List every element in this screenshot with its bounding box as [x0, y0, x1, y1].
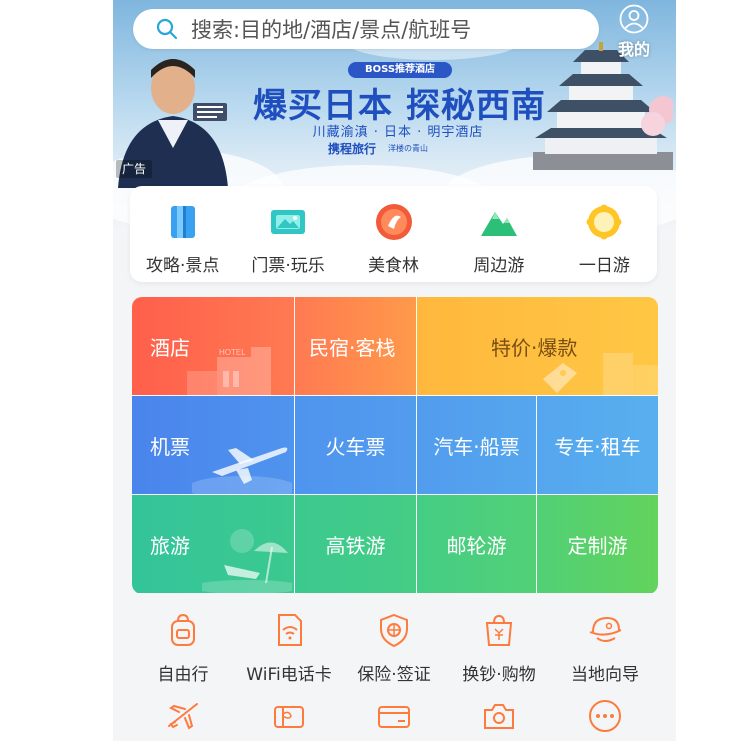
service-label: 保险·签证: [357, 665, 431, 685]
tile-label: 高铁游: [325, 533, 386, 558]
gift-card-icon: [274, 706, 304, 728]
grid-row-transport: 机票 火车票 汽车·船票 专车·租车: [132, 396, 658, 495]
quick-entry-card: 攻略·景点 门票·玩乐 美食林 周边游 一日游: [130, 186, 657, 282]
airplane-icon: [168, 703, 198, 730]
sun-icon: [586, 204, 622, 240]
mountain-icon: [480, 212, 517, 236]
service-label: WiFi电话卡: [246, 665, 332, 685]
service-label: 当地向导: [571, 665, 639, 685]
hotel-tile[interactable]: 酒店 HOTEL: [132, 297, 294, 395]
tour-tile[interactable]: 旅游: [132, 495, 294, 593]
tile-label: 火车票: [325, 434, 386, 459]
quick-label: 周边游: [473, 256, 525, 276]
ad-tag: 广告: [116, 160, 152, 178]
shopping-bag-icon: [485, 614, 513, 646]
service-local-guide[interactable]: 当地向导: [550, 612, 660, 685]
shield-icon: [380, 613, 408, 648]
quick-label: 门票·玩乐: [251, 256, 325, 276]
custom-tour-tile[interactable]: 定制游: [537, 495, 658, 593]
quick-label: 攻略·景点: [146, 256, 220, 276]
small-services: 自由行 WiFi电话卡 保险·签证 换钞·购物 当地向导: [113, 604, 676, 741]
partner-logo: 洋楼の青山: [388, 144, 429, 153]
backpack-icon: [171, 613, 195, 646]
quick-food[interactable]: 美食林: [341, 186, 446, 282]
guide-book-icon: [170, 206, 195, 238]
train-tile[interactable]: 火车票: [295, 396, 416, 494]
brand-logo: 携程旅行: [328, 142, 377, 156]
banner-badge: BOSS推荐酒店: [348, 62, 452, 78]
quick-nearby-tours[interactable]: 周边游: [446, 186, 551, 282]
camera-icon: [484, 704, 514, 729]
my-profile-label: 我的: [617, 40, 650, 59]
tile-label: 特价·爆款: [491, 335, 578, 360]
my-profile-button[interactable]: 我的: [609, 4, 659, 60]
high-speed-rail-tile[interactable]: 高铁游: [295, 495, 416, 593]
credit-card-icon: [378, 706, 410, 728]
wifi-card-icon: [278, 614, 302, 646]
service-label: 自由行: [157, 665, 209, 685]
service-grid: 酒店 HOTEL 民宿·客栈 特价·爆款 机票 火车票 汽车·船票 专车·租车 …: [132, 297, 658, 594]
food-icon: [375, 204, 412, 240]
banner-logos: 携程旅行 洋楼の青山: [328, 140, 478, 157]
grid-divider: [416, 396, 417, 594]
service-row2-item[interactable]: [128, 698, 238, 734]
quick-label: 美食林: [368, 256, 420, 276]
airplane-illustration: [192, 447, 292, 494]
tile-label: 酒店: [150, 335, 190, 360]
phone-screen: 广告 BOSS推荐酒店 爆买日本 探秘西南 川藏渝滇 · 日本 · 明宇酒店 携…: [113, 0, 676, 741]
tile-label: 汽车·船票: [433, 434, 520, 459]
grid-row-travel: 旅游 高铁游 邮轮游 定制游: [132, 495, 658, 594]
hotel-sign-text: HOTEL: [219, 348, 246, 357]
flight-tile[interactable]: 机票: [132, 396, 294, 494]
quick-guide-sights[interactable]: 攻略·景点: [130, 186, 235, 282]
more-icon: [589, 700, 621, 732]
service-label: 换钞·购物: [462, 665, 536, 685]
service-wifi-sim[interactable]: WiFi电话卡: [234, 612, 344, 685]
search-icon: [156, 18, 178, 40]
grid-row-hotel: 酒店 HOTEL 民宿·客栈 特价·爆款: [132, 297, 658, 396]
tile-label: 旅游: [150, 533, 190, 558]
guide-hat-icon: [589, 616, 622, 642]
service-row2-item[interactable]: [339, 698, 449, 734]
tile-label: 定制游: [567, 533, 628, 558]
banner-headline: 爆买日本 探秘西南: [253, 86, 546, 126]
banner-subline: 川藏渝滇 · 日本 · 明宇酒店: [312, 125, 484, 140]
grid-divider: [294, 297, 295, 594]
user-icon: [619, 4, 649, 34]
grid-divider: [536, 396, 537, 594]
quick-label: 一日游: [578, 256, 630, 276]
beach-chair-illustration: [202, 529, 292, 593]
quick-day-trip[interactable]: 一日游: [552, 186, 657, 282]
tile-label: 邮轮游: [446, 533, 507, 558]
service-row2-item[interactable]: [444, 698, 554, 734]
service-insurance-visa[interactable]: 保险·签证: [339, 612, 449, 685]
service-exchange-shopping[interactable]: 换钞·购物: [444, 612, 554, 685]
tile-label: 民宿·客栈: [309, 335, 396, 360]
bus-ship-tile[interactable]: 汽车·船票: [417, 396, 536, 494]
tile-label: 专车·租车: [554, 434, 641, 459]
car-rental-tile[interactable]: 专车·租车: [537, 396, 658, 494]
grid-divider: [416, 297, 417, 395]
search-placeholder: 搜索:目的地/酒店/景点/航班号: [191, 18, 472, 42]
search-bar[interactable]: 搜索:目的地/酒店/景点/航班号: [133, 9, 599, 49]
cruise-tile[interactable]: 邮轮游: [417, 495, 536, 593]
special-deals-tile[interactable]: 特价·爆款: [417, 297, 658, 395]
quick-tickets-fun[interactable]: 门票·玩乐: [235, 186, 340, 282]
service-free-travel[interactable]: 自由行: [128, 612, 238, 685]
homestay-tile[interactable]: 民宿·客栈: [295, 297, 416, 395]
service-row2-item[interactable]: [550, 698, 660, 734]
tile-label: 机票: [150, 434, 190, 459]
ticket-icon: [271, 210, 306, 234]
hotel-building-icon: HOTEL: [187, 347, 271, 395]
service-row2-item[interactable]: [234, 698, 344, 734]
